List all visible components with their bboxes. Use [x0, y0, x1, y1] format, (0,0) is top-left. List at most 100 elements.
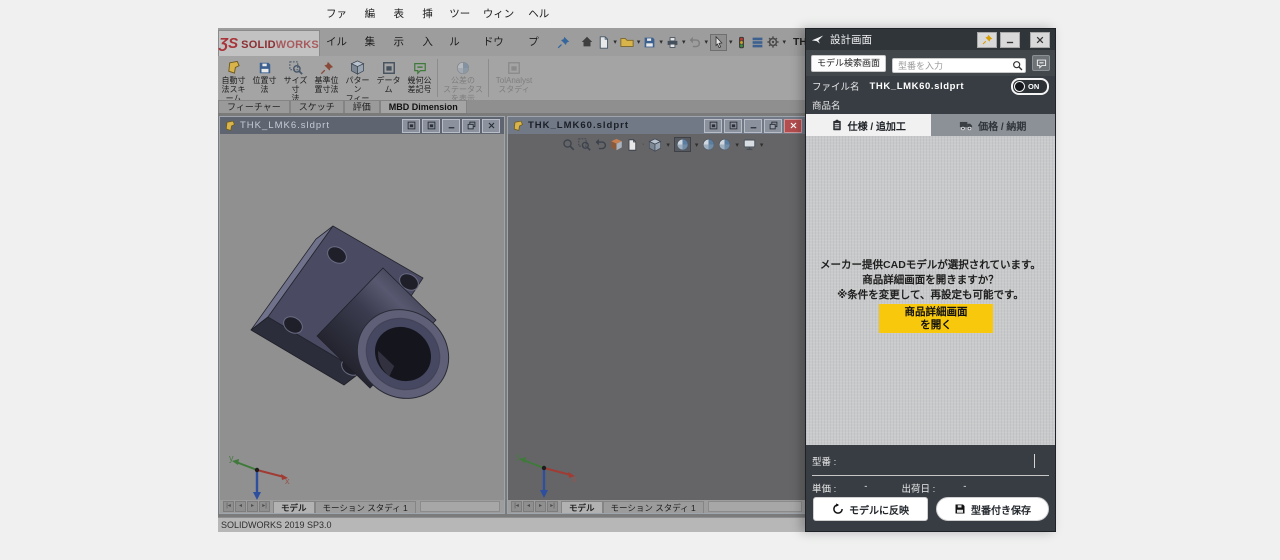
doc1-motion-study-tab[interactable]: モーション スタディ 1: [315, 501, 416, 513]
tab-mbd-dimension[interactable]: MBD Dimension: [380, 100, 467, 113]
rebuild-traffic-light-icon[interactable]: [734, 35, 749, 50]
doc1-model-tab[interactable]: モデル: [273, 501, 315, 513]
size-dimension-button[interactable]: サイズ寸 法: [280, 58, 311, 104]
doc1-minimize-icon[interactable]: [442, 119, 460, 133]
reflect-button-label: モデルに反映: [849, 502, 909, 517]
new-dropdown-icon[interactable]: ▾: [613, 38, 617, 46]
link-toggle[interactable]: ON: [1011, 78, 1049, 95]
select-dropdown-icon[interactable]: ▾: [729, 38, 733, 46]
doc1-frame2-icon[interactable]: [422, 119, 440, 133]
file-name-label: ファイル名: [812, 79, 860, 93]
price-shipdate-row: 単価 : - 出荷日 : -: [812, 481, 1049, 495]
part-icon: [224, 120, 236, 132]
doc1-viewport[interactable]: x y: [220, 134, 504, 500]
save-dropdown-icon[interactable]: ▾: [659, 38, 663, 46]
doc1-restore-icon[interactable]: [462, 119, 480, 133]
nav-last-icon[interactable]: ▸|: [259, 501, 270, 512]
open-dropdown-icon[interactable]: ▾: [637, 38, 641, 46]
nav-next-icon[interactable]: ▸: [535, 501, 546, 512]
display-style-icon[interactable]: [674, 137, 691, 152]
panel-close-button[interactable]: [1030, 32, 1050, 48]
options-gear-icon[interactable]: [766, 35, 780, 49]
tab-features[interactable]: フィーチャー: [218, 100, 290, 113]
view-orientation-dropdown-icon[interactable]: ▾: [666, 141, 670, 149]
doc1-origin-triad: x y: [229, 454, 289, 500]
save-with-part-number-button[interactable]: 型番付き保存: [936, 497, 1049, 521]
open-product-detail-button[interactable]: 商品詳細画面 を開く: [879, 304, 993, 333]
geometric-tolerance-button[interactable]: 幾何公 差記号: [404, 58, 435, 95]
datum-location-dimension-button[interactable]: 基準位 置寸法: [311, 58, 342, 95]
print-icon[interactable]: [665, 35, 680, 50]
doc1-frame-icon[interactable]: [402, 119, 420, 133]
nav-last-icon[interactable]: ▸|: [547, 501, 558, 512]
previous-view-icon[interactable]: [594, 138, 607, 151]
quick-access-toolbar: ▾ ▾ ▾ ▾ ▾ ▾ ▾: [579, 34, 787, 51]
open-icon[interactable]: [619, 34, 635, 50]
nav-prev-icon[interactable]: ◂: [235, 501, 246, 512]
doc2-motion-study-tab[interactable]: モーション スタディ 1: [603, 501, 704, 513]
doc1-tab-nav[interactable]: |◂◂▸▸|: [223, 501, 270, 512]
tab-price-label: 価格 / 納期: [978, 118, 1026, 133]
annotation-view-icon[interactable]: [626, 139, 638, 151]
reflect-to-model-button[interactable]: モデルに反映: [813, 497, 928, 521]
select-pointer-icon[interactable]: [710, 34, 727, 51]
doc2-frame-icon[interactable]: [704, 119, 722, 133]
save-icon[interactable]: [642, 35, 657, 50]
section-view-icon[interactable]: [610, 138, 623, 151]
doc2-minimize-icon[interactable]: [744, 119, 762, 133]
zoom-fit-icon[interactable]: [562, 138, 575, 151]
scene-dropdown-icon[interactable]: ▾: [735, 141, 739, 149]
tab-spec-machining[interactable]: 仕様 / 追加工: [806, 114, 931, 136]
doc2-close-icon[interactable]: [784, 119, 802, 133]
tab-sketch[interactable]: スケッチ: [290, 100, 344, 113]
auto-dimension-scheme-button[interactable]: 自動寸 法スキーム: [218, 58, 249, 104]
doc2-frame2-icon[interactable]: [724, 119, 742, 133]
toggle-knob: [1014, 81, 1025, 92]
zoom-area-icon[interactable]: [578, 138, 591, 151]
scene-icon[interactable]: [718, 138, 731, 151]
document-window-lmk60: THK_LMK60.sldprt · ▾: [507, 116, 807, 514]
panel-title-bar[interactable]: 設計画面: [806, 29, 1055, 50]
task-list-icon[interactable]: [750, 35, 765, 50]
doc2-tab-strip: |◂◂▸▸| モデル モーション スタディ 1: [508, 500, 806, 513]
doc1-close-icon[interactable]: [482, 119, 500, 133]
nav-next-icon[interactable]: ▸: [247, 501, 258, 512]
doc2-restore-icon[interactable]: [764, 119, 782, 133]
appearance-icon[interactable]: [702, 138, 715, 151]
datum-button[interactable]: データム: [373, 58, 404, 95]
display-style-dropdown-icon[interactable]: ▾: [695, 141, 699, 149]
undo-icon[interactable]: [687, 35, 702, 50]
nav-first-icon[interactable]: |◂: [511, 501, 522, 512]
panel-minimize-button[interactable]: [1000, 32, 1020, 48]
view-settings-icon[interactable]: [743, 138, 756, 151]
nav-first-icon[interactable]: |◂: [223, 501, 234, 512]
doc1-title-bar[interactable]: THK_LMK6.sldprt: [220, 117, 504, 134]
model-search-screen-button[interactable]: モデル検索画面: [811, 55, 886, 72]
new-document-icon[interactable]: [596, 35, 611, 50]
nav-prev-icon[interactable]: ◂: [523, 501, 534, 512]
print-dropdown-icon[interactable]: ▾: [682, 38, 686, 46]
doc2-model-tab[interactable]: モデル: [561, 501, 603, 513]
location-dimension-button[interactable]: 位置寸 法: [249, 58, 280, 95]
view-orientation-icon[interactable]: [648, 138, 662, 152]
view-settings-dropdown-icon[interactable]: ▾: [760, 141, 764, 149]
home-icon[interactable]: [579, 34, 595, 50]
tab-evaluate[interactable]: 評価: [344, 100, 380, 113]
comment-bubble-button[interactable]: [1032, 55, 1050, 71]
tab-price-delivery[interactable]: 価格 / 納期: [931, 114, 1056, 136]
doc2-title: THK_LMK60.sldprt: [528, 120, 704, 131]
panel-bottom-section: 型番 : 単価 : - 出荷日 : - モデルに反映 型番付き保存: [806, 445, 1055, 531]
part-number-input[interactable]: [892, 58, 1026, 73]
model-number-field[interactable]: 型番 :: [812, 451, 1049, 476]
doc2-viewport[interactable]: · ▾ ▾ ▾ ▾ x y: [508, 134, 806, 500]
menu-pin-icon[interactable]: [556, 35, 571, 50]
panel-pin-button[interactable]: [977, 32, 997, 48]
doc2-tab-nav[interactable]: |◂◂▸▸|: [511, 501, 558, 512]
file-name-row: ファイル名 THK_LMK60.sldprt ON: [806, 76, 1055, 96]
doc2-title-bar[interactable]: THK_LMK60.sldprt: [508, 117, 806, 134]
design-screen-panel: 設計画面 モデル検索画面 ファイル名 THK_LMK60.sldprt ON 商…: [805, 28, 1056, 532]
cad-model-flanged-bushing[interactable]: [253, 222, 453, 407]
undo-dropdown-icon[interactable]: ▾: [704, 38, 708, 46]
options-dropdown-icon[interactable]: ▾: [782, 38, 786, 46]
search-icon[interactable]: [1012, 58, 1023, 76]
